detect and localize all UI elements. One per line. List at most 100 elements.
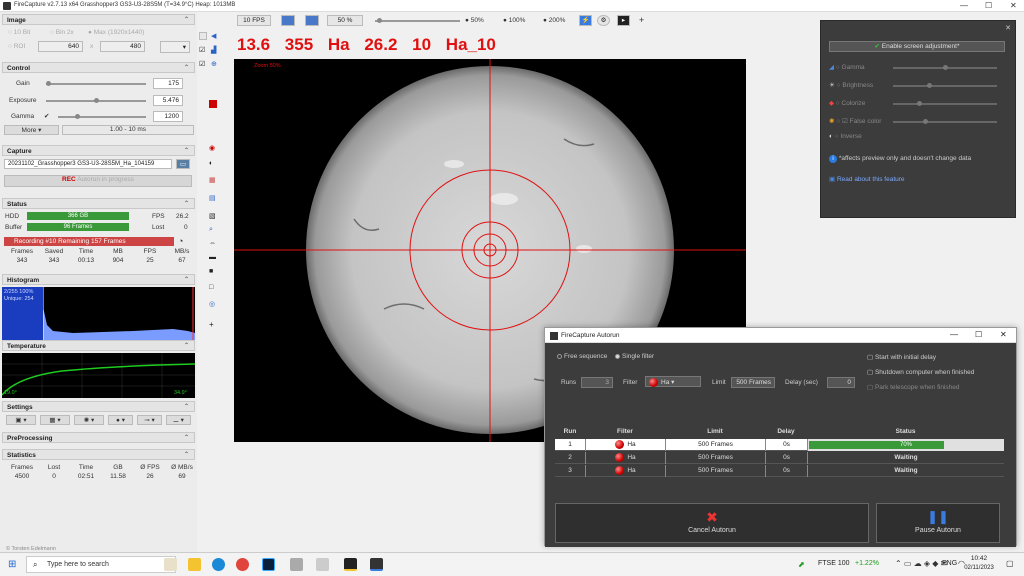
tool-icon[interactable]: ▧ — [209, 212, 217, 220]
target-icon[interactable]: ◉ — [209, 144, 217, 152]
black-square-icon[interactable]: ■ — [209, 268, 217, 276]
more-button[interactable]: More ▾ — [4, 125, 59, 135]
add-icon[interactable]: + — [639, 15, 644, 25]
close-icon[interactable]: ✕ — [1010, 1, 1017, 10]
gamma-slider[interactable] — [58, 114, 146, 119]
scale-icon[interactable]: ▤ — [209, 194, 217, 202]
filter-icon[interactable]: ▬ — [209, 254, 217, 262]
arrows-icon[interactable]: ⇔ — [209, 240, 217, 248]
chrome-icon[interactable] — [236, 558, 249, 571]
capture-filename-field[interactable]: 20231102_Grasshopper3 GS3-U3-28S5M_Ha_10… — [4, 159, 172, 169]
table-row[interactable]: 1 Ha 500 Frames 0s 70% — [555, 439, 1004, 451]
folder-icon[interactable]: ▭ — [176, 159, 190, 169]
widget-icon[interactable] — [164, 558, 177, 571]
free-sequence-option[interactable]: Free sequence — [557, 353, 607, 360]
inverse-option[interactable]: ◐ ○ Inverse — [829, 133, 862, 140]
gear-icon[interactable]: ⚙ — [597, 15, 610, 26]
exposure-range-dropdown[interactable]: 1.00 - 10 ms — [62, 125, 194, 135]
exposure-slider-knob[interactable] — [94, 98, 99, 103]
roi-height-field[interactable]: 480 — [100, 41, 145, 52]
minimize-icon[interactable]: — — [950, 330, 958, 339]
brightness-slider[interactable] — [893, 83, 997, 88]
filter-dropdown[interactable]: Ha ▾ — [645, 376, 701, 387]
statistics-section-header[interactable]: Statistics ⌃ — [2, 449, 195, 460]
search-icon[interactable]: ⌕ — [209, 226, 217, 234]
control-section-header[interactable]: Control ⌃ — [2, 62, 195, 73]
notification-icon[interactable]: ▢ — [1006, 559, 1014, 568]
slider-knob[interactable] — [927, 83, 932, 88]
collapse-icon[interactable]: ⌃ — [184, 64, 189, 71]
table-header-cell[interactable]: Limit — [665, 427, 765, 437]
table-header-cell[interactable]: Delay — [765, 427, 807, 437]
add-icon[interactable]: + — [209, 320, 217, 329]
autorun-taskbar-icon[interactable] — [370, 558, 383, 571]
table-header-cell[interactable]: Filter — [585, 427, 665, 437]
app-icon[interactable] — [290, 558, 303, 571]
zoom-slider[interactable] — [375, 18, 460, 23]
delay-spinner[interactable]: 0 — [827, 377, 855, 388]
file-explorer-icon[interactable] — [188, 558, 201, 571]
false-color-slider[interactable] — [893, 119, 997, 124]
colorize-option[interactable]: ◆ ○ Colorize — [829, 99, 865, 107]
minimize-icon[interactable]: — — [960, 1, 968, 10]
collapse-icon[interactable]: ⌃ — [184, 434, 189, 441]
zoom-dropdown[interactable]: 50 % — [327, 15, 363, 26]
taskbar-search-box[interactable]: ⌕ Type here to search — [26, 556, 176, 573]
half-circle-icon[interactable]: ◐ — [209, 160, 217, 168]
collapse-icon[interactable]: ⌃ — [184, 276, 189, 283]
bin2-option[interactable]: ○ Bin 2x — [50, 29, 74, 36]
image-section-header[interactable]: Image ⌃ — [2, 14, 195, 25]
collapse-icon[interactable]: ⌃ — [184, 451, 189, 458]
settings-profile-dropdown[interactable]: ▣ ▾ — [6, 415, 36, 425]
system-tray-icons[interactable]: ⌃ ▭ ☁ ◈ ◆ ✉ — [895, 559, 947, 568]
language-indicator[interactable]: ENG — [942, 560, 957, 567]
clock-time[interactable]: 10:42 — [966, 555, 992, 562]
firecapture-taskbar-icon[interactable] — [344, 558, 357, 571]
fps-button[interactable]: 10 FPS — [237, 15, 271, 26]
gamma-option[interactable]: ◢ ○ Gamma — [829, 63, 865, 71]
photoshop-icon[interactable] — [262, 558, 275, 571]
runner-icon[interactable]: ⚡ — [579, 15, 592, 26]
settings-display-dropdown[interactable]: ▦ ▾ — [40, 415, 70, 425]
roi-dropdown[interactable]: ▾ — [160, 41, 190, 53]
red-square-icon[interactable] — [209, 100, 217, 108]
cancel-autorun-button[interactable]: ✖ Cancel Autorun — [555, 503, 869, 543]
settings-light-dropdown[interactable]: ● ▾ — [108, 415, 133, 425]
slider-knob[interactable] — [917, 101, 922, 106]
arrow-left-icon[interactable]: ◀ — [211, 32, 219, 40]
crosshair-icon[interactable]: ⊕ — [211, 60, 219, 68]
brightness-option[interactable]: ☀ ○ Brightness — [829, 81, 873, 89]
collapse-icon[interactable]: ⌃ — [184, 147, 189, 154]
single-filter-option[interactable]: Single filter — [615, 353, 654, 360]
gain-slider[interactable] — [46, 81, 146, 86]
table-header-cell[interactable]: Run — [555, 427, 585, 437]
checkbox-checked-icon[interactable]: ☑ — [199, 60, 207, 68]
fullscreen-icon[interactable] — [305, 15, 319, 26]
white-square-icon[interactable]: □ — [209, 284, 217, 292]
table-header-cell[interactable]: Status — [807, 427, 1004, 437]
eye-icon[interactable]: ◎ — [209, 300, 217, 308]
clock-date[interactable]: 02/11/2023 — [960, 565, 998, 571]
preprocessing-section-header[interactable]: PreProcessing ⌃ — [2, 432, 195, 443]
park-telescope-option[interactable]: ▢ Park telescope when finished — [867, 383, 960, 391]
settings-section-header[interactable]: Settings ⌃ — [2, 401, 195, 412]
gamma-value-field[interactable]: 1200 — [153, 111, 183, 122]
collapse-icon[interactable]: ⌃ — [184, 200, 189, 207]
pause-autorun-button[interactable]: ❚❚ Pause Autorun — [876, 503, 1000, 543]
enable-adjustment-toggle[interactable]: ✔ Enable screen adjustment* — [829, 41, 1005, 52]
settings-color-dropdown[interactable]: ✺ ▾ — [74, 415, 104, 425]
exposure-value-field[interactable]: 5.476 — [153, 95, 183, 106]
terminal-icon[interactable]: ▸ — [617, 15, 630, 26]
false-color-option[interactable]: ✺ ○ ☑ False color — [829, 117, 881, 125]
read-more-link[interactable]: ▣ Read about this feature — [829, 175, 905, 183]
collapse-icon[interactable]: ⌃ — [184, 403, 189, 410]
settings-mode-dropdown[interactable]: ⊸ ▾ — [137, 415, 162, 425]
zoom-50-option[interactable]: ● 50% — [465, 17, 484, 24]
gain-value-field[interactable]: 175 — [153, 78, 183, 89]
settings-tools-dropdown[interactable]: ⚊ ▾ — [166, 415, 191, 425]
exposure-slider[interactable] — [46, 98, 146, 103]
slider-knob[interactable] — [943, 65, 948, 70]
shutdown-option[interactable]: ▢ Shutdown computer when finished — [867, 368, 974, 376]
grid-icon[interactable]: ▦ — [209, 176, 217, 184]
windows-start-icon[interactable]: ⊞ — [8, 559, 16, 570]
